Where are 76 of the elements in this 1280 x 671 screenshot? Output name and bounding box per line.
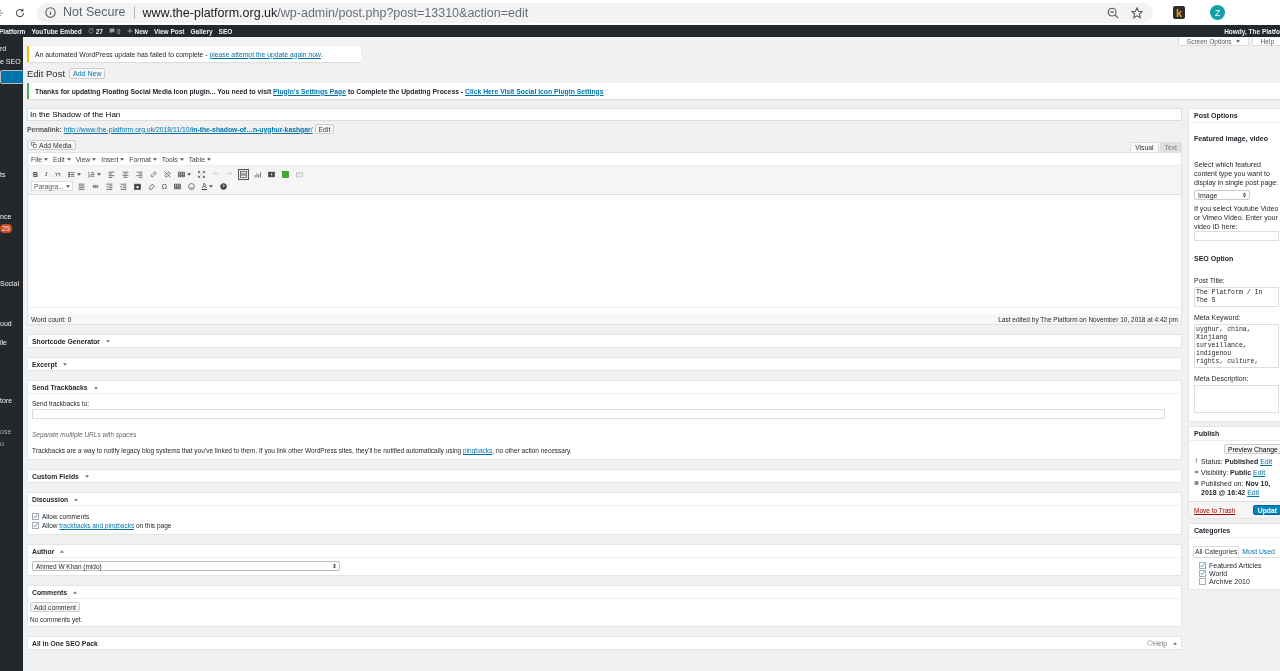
toggle-arrow-icon[interactable] — [74, 497, 79, 501]
toggle-arrow-icon[interactable] — [93, 385, 98, 389]
toggle-arrow-icon[interactable] — [84, 474, 89, 478]
mail-icon — [296, 170, 304, 178]
indent-icon — [105, 182, 113, 190]
toggle-arrow-icon[interactable] — [60, 549, 65, 553]
refresh-icon — [87, 28, 94, 34]
help-icon — [219, 182, 227, 190]
updown-icon — [333, 563, 336, 569]
video-id-field[interactable] — [1194, 231, 1279, 241]
checkbox[interactable] — [1199, 578, 1206, 585]
caret-icon — [1235, 39, 1240, 43]
reload-icon[interactable] — [15, 6, 25, 19]
quote-icon — [54, 170, 62, 178]
align-left-icon — [108, 170, 116, 178]
justify-icon — [77, 182, 85, 190]
calendar-icon — [1194, 480, 1199, 486]
checkbox[interactable] — [1199, 570, 1206, 577]
caret-icon — [66, 157, 71, 161]
redo-icon — [226, 170, 234, 178]
read-more-icon — [240, 170, 248, 178]
toggle-arrow-icon[interactable] — [106, 339, 110, 343]
caret-icon — [179, 157, 184, 161]
toggle-arrow-icon[interactable] — [62, 362, 67, 366]
zoom-out-icon[interactable] — [1107, 6, 1119, 19]
undo-icon — [212, 170, 220, 178]
video-icon — [268, 170, 276, 178]
unlink-icon — [164, 170, 172, 178]
smiley-button[interactable] — [186, 180, 198, 192]
toggle-arrow-icon[interactable] — [73, 590, 78, 594]
chart-icon — [254, 170, 262, 178]
table-icon — [178, 170, 186, 178]
link-icon — [150, 170, 158, 178]
align-center-icon — [122, 170, 130, 178]
address-bar[interactable]: Not Secure www.the-platform.org.uk/wp-admin/post.php?post=13310&action=edit — [37, 2, 1153, 23]
smiley-icon — [188, 182, 196, 190]
strike-icon — [91, 182, 99, 190]
plus-icon — [126, 28, 133, 34]
comment-icon — [108, 28, 115, 34]
pin-icon — [1194, 458, 1199, 464]
caret-icon — [206, 157, 211, 161]
star-icon[interactable] — [1131, 6, 1143, 19]
square-icon — [282, 170, 290, 178]
page-title: Edit Post — [27, 67, 66, 79]
caret-icon — [152, 157, 157, 161]
extension-button[interactable]: k — [1173, 6, 1185, 19]
fullscreen-icon — [198, 170, 206, 178]
numbers-icon — [88, 170, 96, 178]
help-icon — [1147, 640, 1153, 646]
read-more-button[interactable] — [238, 168, 250, 180]
checkbox[interactable] — [32, 513, 39, 520]
toggle-arrow-icon[interactable] — [1173, 641, 1177, 645]
align-right-icon — [136, 170, 144, 178]
bullets-icon — [68, 170, 76, 178]
link-button[interactable] — [148, 168, 160, 180]
checkbox[interactable] — [1199, 562, 1206, 569]
caret-icon — [65, 184, 70, 188]
table-icon — [174, 182, 182, 190]
description-field[interactable] — [1194, 385, 1279, 413]
outdent-icon — [119, 182, 127, 190]
caret-icon — [120, 157, 125, 161]
caret-icon — [43, 157, 48, 161]
updown-icon — [1243, 192, 1246, 198]
security-label: Not Secure — [63, 6, 135, 19]
caret-icon — [92, 157, 97, 161]
unlink-button[interactable] — [162, 168, 174, 180]
eraser-icon — [147, 182, 155, 190]
url-text: www.the-platform.org.uk/wp-admin/post.php?post=13310&action=edit — [142, 5, 529, 20]
help-button[interactable] — [217, 180, 229, 192]
media-icon — [31, 142, 37, 148]
eye-icon — [1194, 469, 1199, 475]
title-field[interactable]: In the Shadow of the Han — [27, 108, 1182, 121]
checkbox[interactable] — [32, 522, 39, 529]
fullscreen-button[interactable] — [196, 168, 208, 180]
trackbacks-field[interactable] — [32, 409, 1165, 419]
info-icon — [45, 7, 56, 18]
